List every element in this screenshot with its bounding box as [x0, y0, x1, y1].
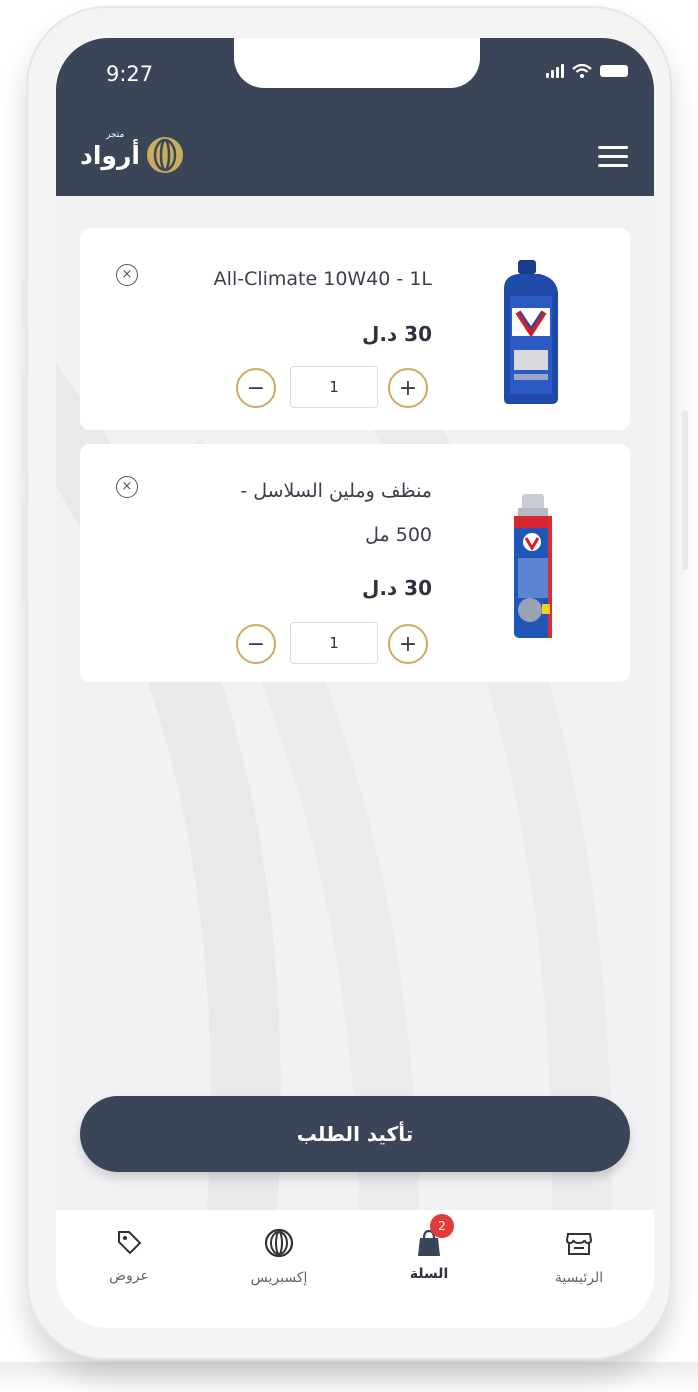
tab-label: إكسبريس [250, 1270, 308, 1286]
tag-icon [118, 1231, 142, 1255]
hamburger-icon[interactable] [598, 146, 628, 173]
decrease-quantity-button[interactable]: − [236, 624, 276, 664]
remove-item-icon[interactable]: × [116, 476, 138, 498]
cart-badge: 2 [430, 1214, 454, 1238]
quantity-input[interactable] [290, 622, 378, 664]
status-time: 9:27 [106, 62, 154, 86]
logo-text: أرواد [80, 140, 140, 170]
tab-label: عروض [109, 1268, 149, 1284]
cart-item: × منظف وملين السلاسل - 500 مل 30 د.ل − + [80, 444, 630, 682]
quantity-input[interactable] [290, 366, 378, 408]
brand-logo[interactable]: متجر أرواد [80, 130, 184, 174]
phone-side-button [22, 500, 28, 604]
increase-quantity-button[interactable]: + [388, 624, 428, 664]
motor-oil-bottle-image [504, 260, 558, 404]
product-name-line2: 500 مل [365, 524, 432, 546]
phone-side-button [22, 278, 28, 326]
product-price: 30 د.ل [361, 576, 432, 600]
increase-quantity-button[interactable]: + [388, 368, 428, 408]
tab-offers[interactable]: عروض [74, 1228, 184, 1284]
floor-shadow [0, 1362, 698, 1392]
phone-side-button [682, 410, 688, 570]
status-icons [546, 64, 628, 78]
app-header: 9:27 متجر أرواد [56, 38, 654, 196]
screen: 9:27 متجر أرواد × All-Climate 10W40 - 1L… [56, 38, 654, 1328]
battery-icon [600, 65, 628, 77]
cart-item: × All-Climate 10W40 - 1L 30 د.ل − + [80, 228, 630, 430]
tab-express[interactable]: إكسبريس [224, 1228, 334, 1286]
tire-logo-icon [146, 137, 183, 173]
spray-can-image [514, 494, 552, 638]
phone-notch [234, 38, 480, 88]
remove-item-icon[interactable]: × [116, 264, 138, 286]
signal-icon [546, 64, 564, 78]
product-name: All-Climate 10W40 - 1L [213, 268, 432, 290]
store-icon [565, 1233, 593, 1255]
logo-small-text: متجر [106, 130, 125, 140]
product-price: 30 د.ل [361, 322, 432, 346]
tab-label: الرئيسية [554, 1270, 604, 1286]
phone-side-button [22, 372, 28, 476]
tire-icon [264, 1228, 294, 1258]
tab-home[interactable]: الرئيسية [524, 1228, 634, 1286]
wifi-icon [572, 64, 592, 78]
tab-label: السلة [409, 1266, 449, 1282]
decrease-quantity-button[interactable]: − [236, 368, 276, 408]
product-name: منظف وملين السلاسل - [240, 480, 432, 502]
tab-cart[interactable]: 2 السلة [374, 1214, 484, 1282]
confirm-order-button[interactable]: تأكيد الطلب [80, 1096, 630, 1172]
bottom-tab-bar: عروض إكسبريس 2 السلة الرئيسية [56, 1210, 654, 1328]
